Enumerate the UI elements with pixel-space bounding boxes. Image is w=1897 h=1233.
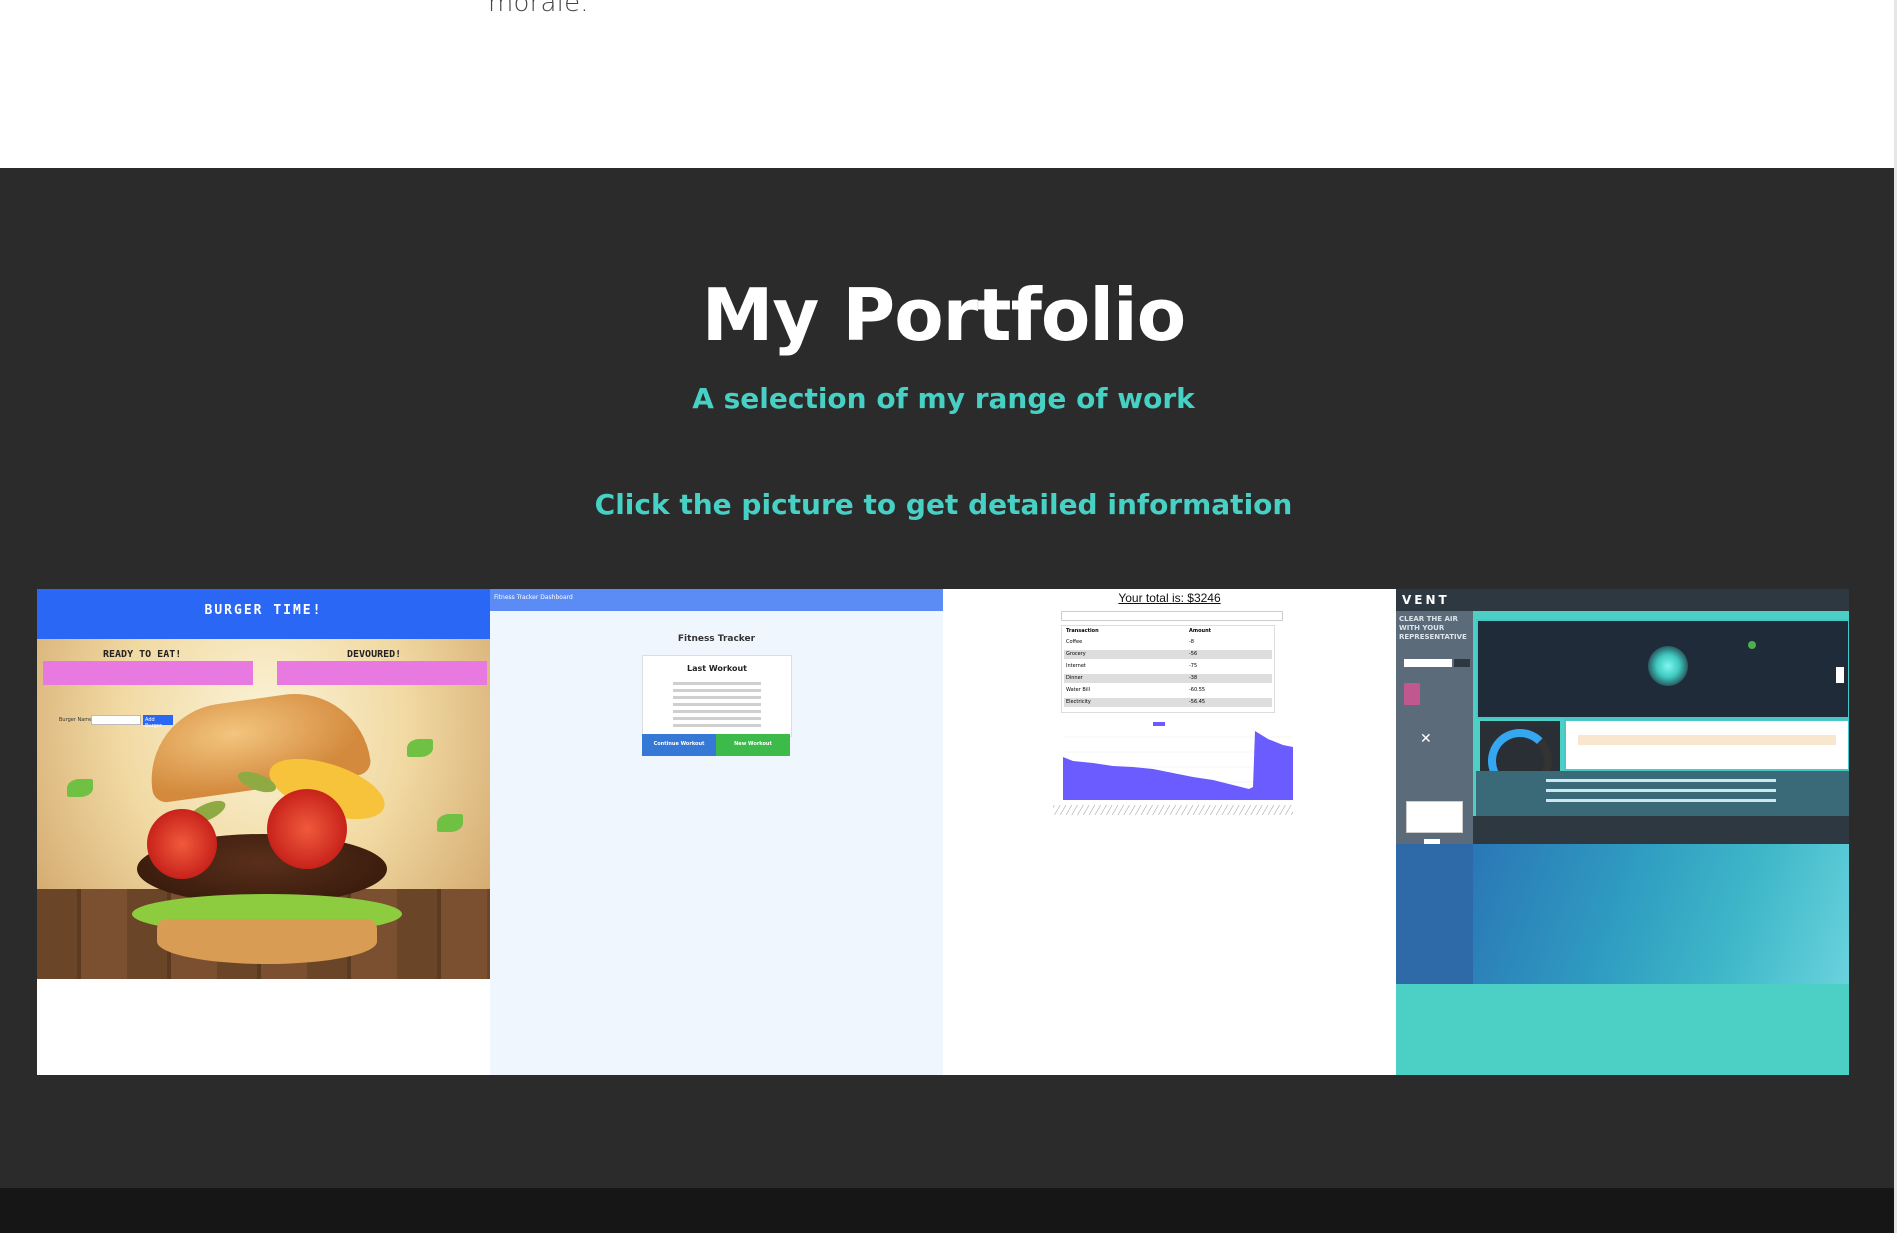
table-row: Coffee -8 [1066,639,1194,645]
devoured-label: DEVOURED! [347,649,402,660]
transactions-table: Transaction Amount Coffee -8 Grocery -56… [1061,625,1275,713]
last-workout-title: Last Workout [687,664,747,673]
fitness-navbar-title: Fitness Tracker Dashboard [494,594,573,601]
vent-navbar: VENT [1396,589,1849,611]
feed-line [1546,789,1776,792]
fitness-navbar: Fitness Tracker Dashboard [490,589,943,611]
workout-stat-line [673,682,761,685]
burger-name-input[interactable] [91,715,141,725]
burger-banner-title: BURGER TIME! [204,603,323,618]
chart-x-ticks [1053,805,1293,815]
portfolio-section: My Portfolio A selection of my range of … [0,168,1894,1188]
project-card-budget[interactable]: Your total is: $3246 Transaction Amount … [943,589,1396,1075]
new-workout-button[interactable]: New Workout [716,734,790,756]
vent-feed [1476,771,1849,816]
map-pin-icon[interactable] [1748,641,1756,649]
burger-tomato [267,789,347,869]
portfolio-title: My Portfolio [701,273,1186,357]
about-paragraph-tail: morale. [488,0,589,18]
about-section: morale. [0,0,1894,168]
burger-banner: BURGER TIME! [37,589,490,639]
notice-highlight [1578,735,1836,745]
last-workout-panel: Last Workout [642,655,792,737]
workout-stat-line [673,710,761,713]
lettuce-leaf [67,779,93,797]
fitness-heading: Fitness Tracker [677,634,756,644]
vent-message-textarea[interactable] [1406,801,1463,833]
vent-hero-gradient [1473,844,1849,984]
budget-chart [1053,717,1293,817]
table-row: Grocery -56 [1064,650,1272,659]
add-burger-button[interactable]: Add Burger [143,715,173,729]
burger-bun-bottom [157,919,377,964]
vent-brand: VENT [1402,593,1450,607]
budget-total: Your total is: $3246 [1118,591,1221,605]
workout-stat-line [673,703,761,706]
feed-line [1546,799,1776,802]
feed-line [1546,779,1776,782]
devoured-list [277,661,487,685]
workout-stat-line [673,724,761,727]
chart-legend-swatch [1153,722,1165,726]
vent-party-icon [1404,683,1420,705]
page-footer [0,1188,1894,1233]
map-zoom-control[interactable] [1836,667,1844,683]
project-card-fitness[interactable]: Fitness Tracker Dashboard Fitness Tracke… [490,589,943,1075]
close-icon[interactable]: ✕ [1420,731,1432,747]
vent-gauge [1480,721,1560,793]
workout-stat-line [673,696,761,699]
lettuce-leaf [437,814,463,832]
portfolio-subtitle: A selection of my range of work [692,382,1195,415]
project-card-vent[interactable]: VENT CLEAR THE AIR WITH YOUR REPRESENTAT… [1396,589,1849,1075]
continue-workout-button[interactable]: Continue Workout [642,734,716,756]
vent-tagline: CLEAR THE AIR WITH YOUR REPRESENTATIVE [1399,615,1467,641]
ready-to-eat-label: READY TO EAT! [103,649,182,660]
vent-dark-strip [1473,816,1849,844]
table-row: Internet -75 [1066,663,1198,669]
vent-notice-panel [1564,719,1849,771]
portfolio-instruction: Click the picture to get detailed inform… [594,488,1293,521]
burger-tomato [147,809,217,879]
map-location-marker[interactable] [1648,646,1688,686]
portfolio-gallery: BURGER TIME! READY TO EAT! DEVOURED! Bur… [37,589,1849,1075]
table-row: Water Bill -60.55 [1066,687,1206,693]
vent-sidebar-lower [1396,844,1473,984]
workout-stat-line [673,689,761,692]
project-card-burger[interactable]: BURGER TIME! READY TO EAT! DEVOURED! Bur… [37,589,490,1075]
table-row: Electricity -56.45 [1064,698,1272,707]
vent-search-input[interactable] [1404,659,1452,667]
workout-stat-line [673,717,761,720]
vent-map[interactable] [1476,619,1849,719]
table-row: Dinner -38 [1064,674,1272,683]
ready-list [43,661,253,685]
vent-search-button[interactable] [1454,659,1470,667]
transaction-inputs[interactable] [1061,611,1283,621]
table-header-row: Transaction Amount [1066,628,1212,634]
burger-name-label: Burger Name: [59,717,94,723]
lettuce-leaf [407,739,433,757]
